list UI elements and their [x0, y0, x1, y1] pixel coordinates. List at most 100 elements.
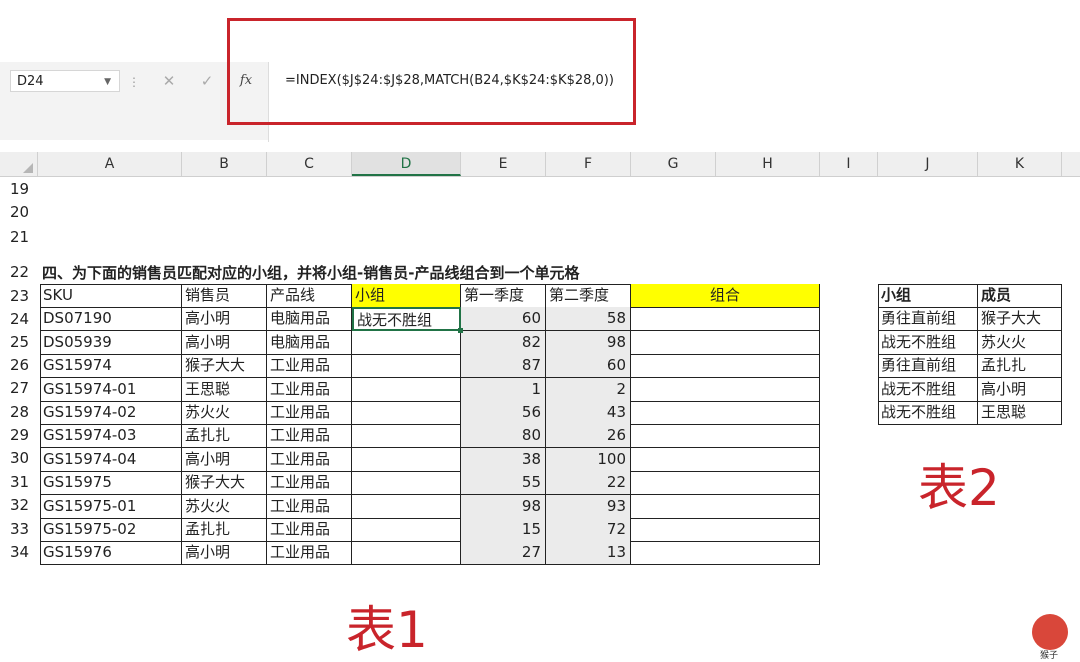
column-header-a[interactable]: A — [38, 152, 182, 176]
table-1-cell[interactable] — [631, 471, 820, 495]
table-1-cell[interactable] — [631, 331, 820, 355]
column-header-g[interactable]: G — [631, 152, 716, 176]
table-1-cell[interactable] — [631, 401, 820, 425]
column-header-f[interactable]: F — [546, 152, 631, 176]
select-all-corner[interactable] — [0, 152, 38, 176]
table-2-cell[interactable]: 勇往直前组 — [878, 307, 978, 331]
table-2-cell[interactable]: 高小明 — [978, 378, 1062, 402]
confirm-icon[interactable]: ✓ — [194, 70, 220, 92]
table-2-cell[interactable]: 战无不胜组 — [878, 378, 978, 402]
table-1-cell[interactable] — [631, 541, 820, 565]
table-1-cell[interactable]: DS07190 — [40, 307, 182, 331]
table-1-cell[interactable]: 43 — [546, 401, 631, 425]
table-1-cell[interactable]: 87 — [461, 354, 546, 378]
table-1-cell[interactable]: 60 — [461, 307, 546, 331]
table-2-cell[interactable]: 孟扎扎 — [978, 354, 1062, 378]
table-1-cell[interactable] — [352, 541, 461, 565]
table-1-cell[interactable]: 55 — [461, 471, 546, 495]
row-header-23[interactable]: 23 — [10, 284, 38, 308]
table-1-cell[interactable] — [352, 331, 461, 355]
table-2-cell[interactable]: 王思聪 — [978, 401, 1062, 425]
table-1-cell[interactable]: 电脑用品 — [267, 331, 352, 355]
column-header-c[interactable]: C — [267, 152, 352, 176]
name-box[interactable]: D24 ▼ — [10, 70, 120, 92]
table-1-cell[interactable]: 工业用品 — [267, 378, 352, 402]
row-header-20[interactable]: 20 — [10, 200, 38, 224]
row-header-26[interactable]: 26 — [10, 353, 38, 377]
table-1-cell[interactable]: GS15974-02 — [40, 401, 182, 425]
table-1-cell[interactable] — [352, 448, 461, 472]
chevron-down-icon[interactable]: ▼ — [104, 71, 111, 93]
table-1-cell[interactable]: 猴子大大 — [182, 471, 267, 495]
table-1-cell[interactable]: 98 — [546, 331, 631, 355]
table-1-cell[interactable]: 80 — [461, 424, 546, 448]
table-1-cell[interactable]: 100 — [546, 448, 631, 472]
table-1-cell[interactable]: 1 — [461, 378, 546, 402]
table-1-cell[interactable] — [352, 401, 461, 425]
table-1-cell[interactable] — [631, 518, 820, 542]
table-2-cell[interactable]: 猴子大大 — [978, 307, 1062, 331]
table-1-header[interactable]: 产品线 — [267, 284, 352, 308]
selected-cell-d24[interactable]: 战无不胜组 — [352, 307, 461, 331]
table-1-cell[interactable] — [631, 448, 820, 472]
column-header-j[interactable]: J — [878, 152, 978, 176]
row-header-24[interactable]: 24 — [10, 307, 38, 331]
table-1-cell[interactable]: 38 — [461, 448, 546, 472]
table-1-cell[interactable]: 15 — [461, 518, 546, 542]
table-1-cell[interactable]: GS15974-04 — [40, 448, 182, 472]
table-1-cell[interactable]: 苏火火 — [182, 495, 267, 519]
table-1-cell[interactable] — [352, 518, 461, 542]
table-1-cell[interactable]: 60 — [546, 354, 631, 378]
table-1-cell[interactable]: 高小明 — [182, 307, 267, 331]
table-1-header[interactable]: 第一季度 — [461, 284, 546, 308]
row-header-32[interactable]: 32 — [10, 493, 38, 517]
table-1-header[interactable]: 第二季度 — [546, 284, 631, 308]
table-1-cell[interactable]: 工业用品 — [267, 354, 352, 378]
table-1-cell[interactable]: 孟扎扎 — [182, 518, 267, 542]
table-1-cell[interactable] — [631, 495, 820, 519]
table-1-cell[interactable]: GS15974-03 — [40, 424, 182, 448]
row-header-33[interactable]: 33 — [10, 517, 38, 541]
row-header-30[interactable]: 30 — [10, 446, 38, 470]
column-header-h[interactable]: H — [716, 152, 820, 176]
table-1-cell[interactable]: 猴子大大 — [182, 354, 267, 378]
table-1-cell[interactable]: 工业用品 — [267, 518, 352, 542]
table-1-cell[interactable] — [631, 307, 820, 331]
table-2-cell[interactable]: 战无不胜组 — [878, 331, 978, 355]
row-header-31[interactable]: 31 — [10, 470, 38, 494]
row-header-34[interactable]: 34 — [10, 540, 38, 564]
table-1-cell[interactable] — [352, 495, 461, 519]
cancel-icon[interactable]: ✕ — [156, 70, 182, 92]
table-1-cell[interactable]: 56 — [461, 401, 546, 425]
table-1-cell[interactable]: GS15974 — [40, 354, 182, 378]
table-1-cell[interactable]: 高小明 — [182, 448, 267, 472]
table-2-cell[interactable]: 战无不胜组 — [878, 401, 978, 425]
table-1-cell[interactable]: GS15975-01 — [40, 495, 182, 519]
table-1-cell[interactable]: 王思聪 — [182, 378, 267, 402]
table-1-cell[interactable]: GS15975 — [40, 471, 182, 495]
table-1-cell[interactable]: 电脑用品 — [267, 307, 352, 331]
table-1-cell[interactable]: 22 — [546, 471, 631, 495]
table-1-cell[interactable]: 27 — [461, 541, 546, 565]
column-header-d[interactable]: D — [352, 152, 461, 176]
table-1-cell[interactable]: 82 — [461, 331, 546, 355]
table-1-cell[interactable]: 工业用品 — [267, 448, 352, 472]
table-1-cell[interactable]: 苏火火 — [182, 401, 267, 425]
table-1-cell[interactable]: 高小明 — [182, 331, 267, 355]
table-1-header[interactable]: SKU — [40, 284, 182, 308]
table-1-cell[interactable]: 工业用品 — [267, 471, 352, 495]
table-1-cell[interactable] — [352, 378, 461, 402]
row-header-27[interactable]: 27 — [10, 376, 38, 400]
table-1-cell[interactable]: 工业用品 — [267, 424, 352, 448]
table-1-cell[interactable] — [631, 378, 820, 402]
table-2-header[interactable]: 小组 — [878, 284, 978, 308]
table-1-cell[interactable]: 工业用品 — [267, 495, 352, 519]
table-1-header[interactable]: 销售员 — [182, 284, 267, 308]
table-1-cell[interactable]: 工业用品 — [267, 541, 352, 565]
table-1-cell[interactable] — [631, 424, 820, 448]
table-1-cell[interactable]: 2 — [546, 378, 631, 402]
column-header-e[interactable]: E — [461, 152, 546, 176]
table-1-cell[interactable] — [631, 354, 820, 378]
table-1-cell[interactable]: 93 — [546, 495, 631, 519]
table-1-cell[interactable]: 工业用品 — [267, 401, 352, 425]
